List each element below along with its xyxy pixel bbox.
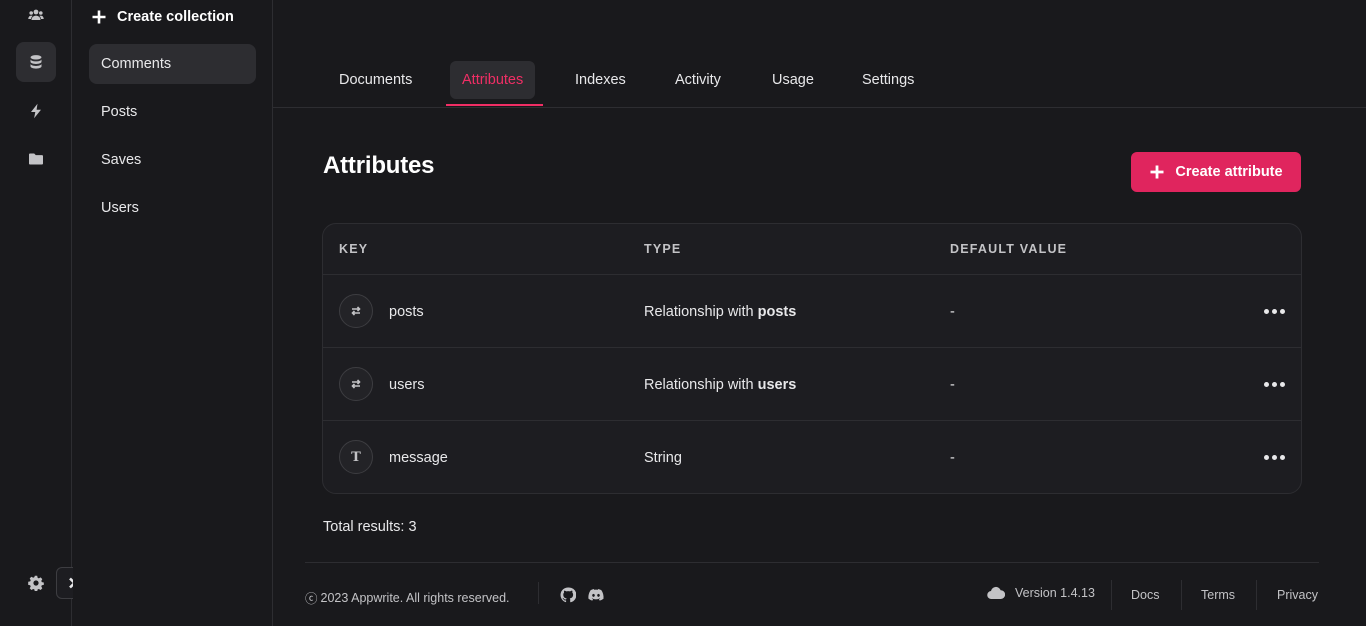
type-prefix: String <box>644 449 682 466</box>
type-related-collection: posts <box>757 303 797 320</box>
row-options-button[interactable] <box>1259 374 1289 394</box>
discord-icon <box>588 589 604 601</box>
create-collection-button[interactable]: Create collection <box>91 4 234 30</box>
rail-functions-button[interactable] <box>16 91 56 131</box>
folder-icon <box>29 153 43 165</box>
copyright-text: 2023 Appwrite. All rights reserved. <box>320 590 510 605</box>
cloud-icon <box>987 586 1005 600</box>
table-header: KEY TYPE DEFAULT VALUE <box>323 224 1301 275</box>
more-dots-icon <box>1263 381 1269 387</box>
create-collection-label: Create collection <box>117 9 234 25</box>
sidebar-item-saves[interactable]: Saves <box>89 140 256 180</box>
attribute-default: - <box>950 449 955 466</box>
type-related-collection: users <box>757 376 797 393</box>
attribute-type: Relationship with users <box>644 348 796 421</box>
rail-settings-button[interactable] <box>16 563 56 603</box>
more-dots-icon <box>1279 381 1285 387</box>
sidebar-item-posts[interactable]: Posts <box>89 92 256 132</box>
github-icon <box>560 587 576 603</box>
type-prefix: Relationship with <box>644 303 754 320</box>
relationship-icon <box>339 294 373 328</box>
column-header-key: KEY <box>339 242 369 256</box>
column-header-type: TYPE <box>644 242 682 256</box>
collections-sidebar: Create collection Comments Posts Saves U… <box>73 0 273 626</box>
gear-icon <box>28 575 44 591</box>
footer-link-docs[interactable]: Docs <box>1131 588 1159 602</box>
footer-separator <box>1256 580 1257 610</box>
type-prefix: Relationship with <box>644 376 754 393</box>
table-row[interactable]: users Relationship with users - <box>323 348 1301 421</box>
copyright: ⓒ 2023 Appwrite. All rights reserved. <box>305 588 510 607</box>
copyright-symbol: ⓒ <box>305 592 318 606</box>
tab-usage[interactable]: Usage <box>760 61 826 99</box>
total-results: Total results: 3 <box>323 519 417 535</box>
attribute-key: message <box>389 449 448 466</box>
attribute-default: - <box>950 303 955 320</box>
attribute-key: posts <box>389 303 424 320</box>
more-dots-icon <box>1263 308 1269 314</box>
sidebar-item-users[interactable]: Users <box>89 188 256 228</box>
more-dots-icon <box>1271 454 1277 460</box>
rail-storage-button[interactable] <box>16 139 56 179</box>
attribute-type: Relationship with posts <box>644 275 796 348</box>
total-results-label: Total results: <box>323 519 405 535</box>
more-dots-icon <box>1271 308 1277 314</box>
tab-indexes[interactable]: Indexes <box>563 61 638 99</box>
more-dots-icon <box>1271 381 1277 387</box>
rail-databases-button[interactable] <box>16 42 56 82</box>
footer-divider <box>305 562 1319 563</box>
database-icon <box>30 55 42 69</box>
tab-settings[interactable]: Settings <box>850 61 926 99</box>
text-icon-glyph: T <box>351 449 361 465</box>
create-attribute-button[interactable]: Create attribute <box>1131 152 1301 192</box>
more-dots-icon <box>1263 454 1269 460</box>
tab-activity[interactable]: Activity <box>663 61 733 99</box>
rail-users-button[interactable] <box>16 0 56 35</box>
total-results-count: 3 <box>408 519 417 535</box>
version-info: Version 1.4.13 <box>987 586 1095 600</box>
row-options-button[interactable] <box>1259 301 1289 321</box>
version-label: Version 1.4.13 <box>1015 586 1095 600</box>
plus-icon <box>92 10 106 24</box>
discord-link[interactable] <box>586 586 606 604</box>
text-icon: T <box>339 440 373 474</box>
relationship-icon <box>339 367 373 401</box>
attribute-key: users <box>389 376 425 393</box>
footer-separator <box>1111 580 1112 610</box>
sidebar-item-comments[interactable]: Comments <box>89 44 256 84</box>
icon-rail <box>0 0 72 626</box>
more-dots-icon <box>1279 454 1285 460</box>
footer-separator <box>1181 580 1182 610</box>
more-dots-icon <box>1279 308 1285 314</box>
attribute-type: String <box>644 421 682 493</box>
footer-separator <box>538 582 539 604</box>
create-attribute-label: Create attribute <box>1175 164 1283 180</box>
lightning-icon <box>31 103 41 119</box>
github-link[interactable] <box>558 586 578 604</box>
page-title: Attributes <box>323 152 435 179</box>
row-options-button[interactable] <box>1259 447 1289 467</box>
footer-link-terms[interactable]: Terms <box>1201 588 1235 602</box>
attributes-table: KEY TYPE DEFAULT VALUE posts Relationshi… <box>322 223 1302 494</box>
tab-documents[interactable]: Documents <box>327 61 424 99</box>
table-row[interactable]: T message String - <box>323 421 1301 493</box>
attribute-default: - <box>950 376 955 393</box>
tab-attributes[interactable]: Attributes <box>450 61 536 99</box>
table-row[interactable]: posts Relationship with posts - <box>323 275 1301 348</box>
users-icon <box>28 9 44 20</box>
column-header-default: DEFAULT VALUE <box>950 242 1068 256</box>
plus-icon <box>1150 165 1164 179</box>
footer-link-privacy[interactable]: Privacy <box>1277 588 1318 602</box>
collection-tabs: Documents Attributes Indexes Activity Us… <box>273 0 1366 108</box>
active-tab-indicator <box>446 104 543 106</box>
